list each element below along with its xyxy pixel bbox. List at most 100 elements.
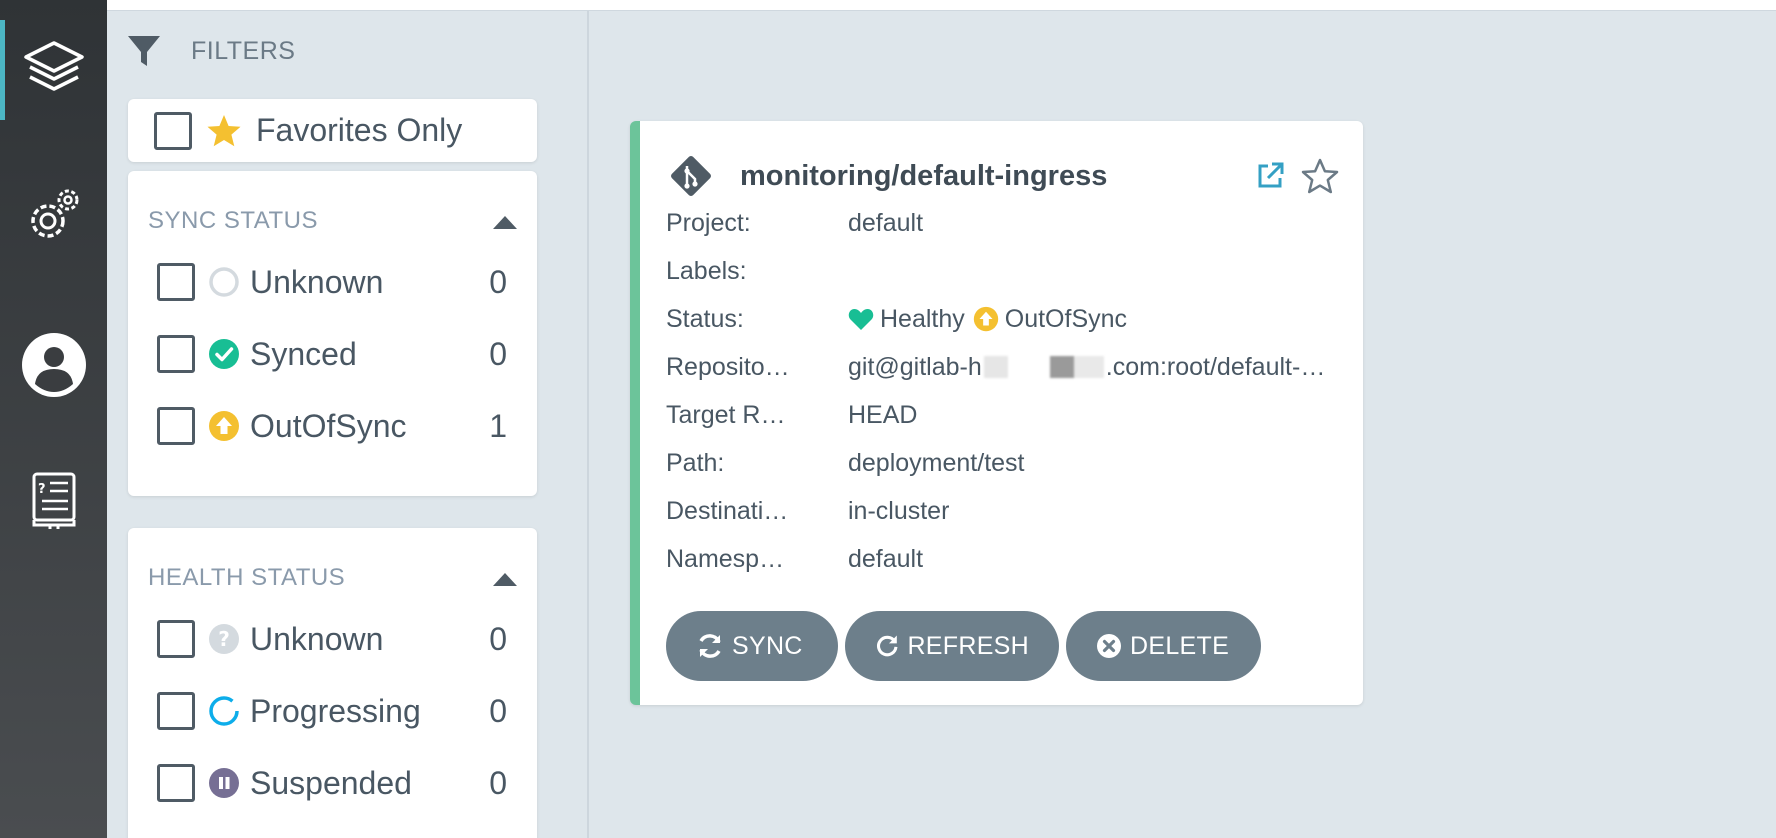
- tile-actions: [1255, 158, 1339, 194]
- favorites-label: Favorites Only: [256, 112, 463, 148]
- sync-outofsync-row[interactable]: OutOfSync 1: [157, 404, 507, 448]
- health-suspended-label: Suspended: [250, 764, 412, 801]
- favorites-only-filter[interactable]: Favorites Only: [128, 99, 537, 162]
- sync-outofsync-count: 1: [489, 407, 507, 444]
- sync-synced-label: Synced: [250, 335, 357, 372]
- git-icon: [671, 156, 711, 196]
- field-destination: Destinati… in-cluster: [666, 491, 1339, 531]
- field-target-revision: Target R… HEAD: [666, 395, 1339, 435]
- field-status-value: Healthy OutOfSync: [848, 305, 1127, 334]
- check-circle-icon: [209, 339, 239, 369]
- health-unknown-count: 0: [489, 620, 507, 657]
- sync-unknown-label: Unknown: [250, 263, 384, 300]
- collapse-caret-icon[interactable]: [493, 216, 517, 229]
- health-suspended-count: 0: [489, 764, 507, 801]
- repo-suffix: .com:root/default-…: [1105, 352, 1326, 381]
- field-path-value: deployment/test: [848, 448, 1025, 477]
- refresh-button[interactable]: REFRESH: [845, 611, 1059, 681]
- filters-header: FILTERS: [127, 31, 295, 71]
- refresh-button-label: REFRESH: [907, 631, 1029, 660]
- field-target-label: Target R…: [666, 400, 786, 429]
- health-unknown-label: Unknown: [250, 620, 384, 657]
- sync-arrows-icon: [699, 634, 721, 658]
- field-status-label: Status:: [666, 304, 744, 333]
- top-strip: [107, 0, 1776, 11]
- sync-synced-count: 0: [489, 335, 507, 372]
- external-link-icon[interactable]: [1255, 161, 1285, 191]
- sync-outofsync-label: OutOfSync: [250, 407, 407, 444]
- sync-status-text: OutOfSync: [1004, 304, 1128, 333]
- pause-circle-icon: [209, 768, 239, 798]
- delete-button[interactable]: DELETE: [1066, 611, 1261, 681]
- field-destination-value: in-cluster: [848, 496, 950, 525]
- sync-button[interactable]: SYNC: [666, 611, 838, 681]
- sync-status-filter: SYNC STATUS Unknown 0 Synced 0 OutOfSync…: [128, 171, 537, 496]
- field-project-value: default: [848, 208, 924, 237]
- layers-icon: [23, 41, 84, 91]
- health-progressing-checkbox[interactable]: [157, 692, 195, 730]
- health-unknown-row[interactable]: ? Unknown 0: [157, 617, 507, 661]
- circle-outline-icon: [209, 267, 239, 297]
- sync-button-label: SYNC: [732, 631, 803, 660]
- tile-buttons: SYNC REFRESH DELETE: [666, 611, 1261, 681]
- nav-applications[interactable]: [0, 20, 107, 120]
- health-status-filter: HEALTH STATUS ? Unknown 0 Progressing 0: [128, 528, 537, 838]
- field-repository-value: git@gitlab-h .com:root/default-…: [848, 353, 1325, 382]
- field-labels-label: Labels:: [666, 256, 747, 285]
- delete-button-label: DELETE: [1130, 631, 1230, 660]
- arrow-up-circle-icon: [209, 411, 239, 441]
- star-outline-icon[interactable]: [1301, 158, 1339, 194]
- field-project: Project: default: [666, 203, 1339, 243]
- health-suspended-checkbox[interactable]: [157, 764, 195, 802]
- field-path-label: Path:: [666, 448, 725, 477]
- sync-synced-row[interactable]: Synced 0: [157, 332, 507, 376]
- field-path: Path: deployment/test: [666, 443, 1339, 483]
- health-progressing-count: 0: [489, 692, 507, 729]
- nav-documentation[interactable]: ?: [0, 450, 107, 550]
- sync-status-title: SYNC STATUS: [148, 207, 318, 234]
- user-icon: [21, 333, 86, 397]
- sync-unknown-count: 0: [489, 263, 507, 300]
- health-unknown-checkbox[interactable]: [157, 620, 195, 658]
- arrow-up-circle-icon: [973, 306, 998, 332]
- health-progressing-row[interactable]: Progressing 0: [157, 689, 507, 733]
- application-tile-header: monitoring/default-ingress: [666, 149, 1339, 203]
- redacted-blur: [983, 356, 1104, 378]
- nav-settings[interactable]: [0, 165, 107, 265]
- star-filled-icon: [207, 114, 241, 146]
- field-namespace-value: default: [848, 544, 924, 573]
- repo-prefix: git@gitlab-h: [848, 352, 982, 381]
- nav-user-info[interactable]: [0, 315, 107, 415]
- filters-title: FILTERS: [191, 36, 296, 65]
- refresh-icon: [877, 635, 898, 657]
- health-status-text: Healthy: [880, 304, 965, 333]
- svg-text:?: ?: [218, 627, 230, 651]
- field-namespace-label: Namesp…: [666, 544, 785, 573]
- sync-outofsync-checkbox[interactable]: [157, 407, 195, 445]
- health-suspended-row[interactable]: Suspended 0: [157, 761, 507, 805]
- sync-synced-checkbox[interactable]: [157, 335, 195, 373]
- heart-icon: [848, 309, 874, 330]
- collapse-caret-icon[interactable]: [493, 573, 517, 586]
- question-circle-icon: ?: [209, 624, 239, 654]
- field-status: Status: Healthy OutOfSync: [666, 299, 1339, 339]
- filters-panel: FILTERS Favorites Only SYNC STATUS Unkno…: [107, 11, 589, 838]
- filter-funnel-icon[interactable]: [127, 34, 161, 68]
- field-destination-label: Destinati…: [666, 496, 789, 525]
- progress-ring-icon: [209, 696, 239, 726]
- field-labels: Labels:: [666, 251, 1339, 291]
- sync-unknown-checkbox[interactable]: [157, 263, 195, 301]
- gears-icon: [30, 189, 78, 238]
- health-status-title: HEALTH STATUS: [148, 564, 346, 591]
- field-namespace: Namesp… default: [666, 539, 1339, 579]
- nav-rail: ?: [0, 0, 107, 838]
- application-tile[interactable]: monitoring/default-ingress Project: defa…: [630, 121, 1363, 705]
- sync-unknown-row[interactable]: Unknown 0: [157, 260, 507, 304]
- field-project-label: Project:: [666, 208, 751, 237]
- field-target-value: HEAD: [848, 400, 918, 429]
- field-repository-label: Reposito…: [666, 352, 790, 381]
- health-progressing-label: Progressing: [250, 692, 421, 729]
- favorites-checkbox[interactable]: [154, 111, 192, 150]
- docs-icon: ?: [32, 472, 75, 529]
- application-name[interactable]: monitoring/default-ingress: [740, 160, 1255, 193]
